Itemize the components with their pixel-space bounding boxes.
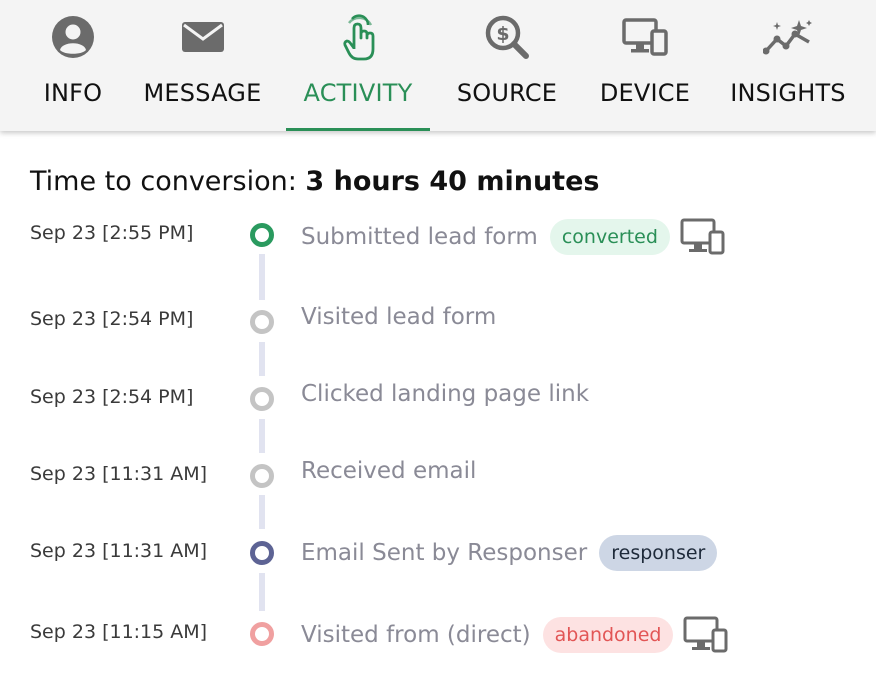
tab-device-label: DEVICE bbox=[599, 79, 691, 107]
timeline-connector bbox=[259, 573, 265, 611]
event-timestamp: Sep 23 [2:54 PM] bbox=[30, 386, 194, 408]
timeline-event: Sep 23 [11:31 AM] Received email bbox=[0, 454, 876, 494]
status-dot-converted bbox=[250, 223, 274, 247]
status-dot bbox=[250, 387, 274, 411]
tab-insights[interactable]: INSIGHTS bbox=[728, 0, 848, 131]
event-timestamp: Sep 23 [11:31 AM] bbox=[30, 540, 208, 562]
tab-source-label: SOURCE bbox=[456, 79, 558, 107]
desktop-mobile-icon bbox=[595, 12, 695, 62]
tab-insights-label: INSIGHTS bbox=[730, 79, 846, 107]
conversion-time-value: 3 hours 40 minutes bbox=[305, 166, 600, 197]
status-dot bbox=[250, 310, 274, 334]
tab-device[interactable]: DEVICE bbox=[595, 0, 695, 131]
active-tab-indicator bbox=[286, 128, 430, 131]
tab-bar: INFO MESSAGE ACTIVITY $ SOURCE DEVICE IN… bbox=[0, 0, 876, 131]
timeline-event: Sep 23 [2:54 PM] Clicked landing page li… bbox=[0, 377, 876, 417]
envelope-icon bbox=[140, 12, 265, 62]
status-dot-responser bbox=[250, 541, 274, 565]
event-label: Visited from (direct) bbox=[301, 622, 531, 648]
event-label: Clicked landing page link bbox=[301, 381, 590, 407]
user-circle-icon bbox=[28, 12, 118, 62]
desktop-mobile-icon[interactable] bbox=[680, 218, 726, 256]
desktop-mobile-icon[interactable] bbox=[683, 616, 729, 654]
timeline-connector bbox=[259, 495, 265, 529]
tab-message[interactable]: MESSAGE bbox=[140, 0, 265, 131]
event-label: Submitted lead form bbox=[301, 224, 538, 250]
status-badge-abandoned: abandoned bbox=[542, 617, 674, 653]
event-timestamp: Sep 23 [2:54 PM] bbox=[30, 308, 194, 330]
svg-text:$: $ bbox=[496, 23, 509, 45]
event-timestamp: Sep 23 [2:55 PM] bbox=[30, 222, 194, 244]
event-label: Email Sent by Responser bbox=[301, 540, 588, 566]
status-dot bbox=[250, 464, 274, 488]
event-timestamp: Sep 23 [11:15 AM] bbox=[30, 621, 208, 643]
timeline-connector bbox=[259, 254, 265, 300]
timeline-connector bbox=[259, 342, 265, 376]
tab-activity[interactable]: ACTIVITY bbox=[286, 0, 430, 131]
tab-message-label: MESSAGE bbox=[143, 79, 262, 107]
tab-info[interactable]: INFO bbox=[28, 0, 118, 131]
status-badge-converted: converted bbox=[549, 219, 670, 255]
tab-info-label: INFO bbox=[43, 79, 103, 107]
event-label: Received email bbox=[301, 458, 477, 484]
conversion-time: Time to conversion: 3 hours 40 minutes bbox=[30, 166, 599, 197]
sparkle-chart-icon bbox=[728, 12, 848, 62]
timeline-event: Sep 23 [2:54 PM] Visited lead form bbox=[0, 300, 876, 340]
event-label: Visited lead form bbox=[301, 304, 497, 330]
status-dot-abandoned bbox=[250, 622, 274, 646]
timeline-event: Sep 23 [2:55 PM] Submitted lead form con… bbox=[0, 214, 876, 256]
timeline-event: Sep 23 [11:31 AM] Email Sent by Response… bbox=[0, 532, 876, 572]
conversion-time-label: Time to conversion: bbox=[30, 166, 297, 197]
status-badge-responser: responser bbox=[599, 535, 718, 571]
timeline-event: Sep 23 [11:15 AM] Visited from (direct) … bbox=[0, 612, 876, 654]
tab-source[interactable]: $ SOURCE bbox=[452, 0, 562, 131]
timeline-connector bbox=[259, 419, 265, 453]
event-timestamp: Sep 23 [11:31 AM] bbox=[30, 463, 208, 485]
tab-activity-label: ACTIVITY bbox=[303, 79, 413, 107]
pointer-hand-icon bbox=[286, 12, 430, 62]
dollar-search-icon: $ bbox=[452, 12, 562, 62]
